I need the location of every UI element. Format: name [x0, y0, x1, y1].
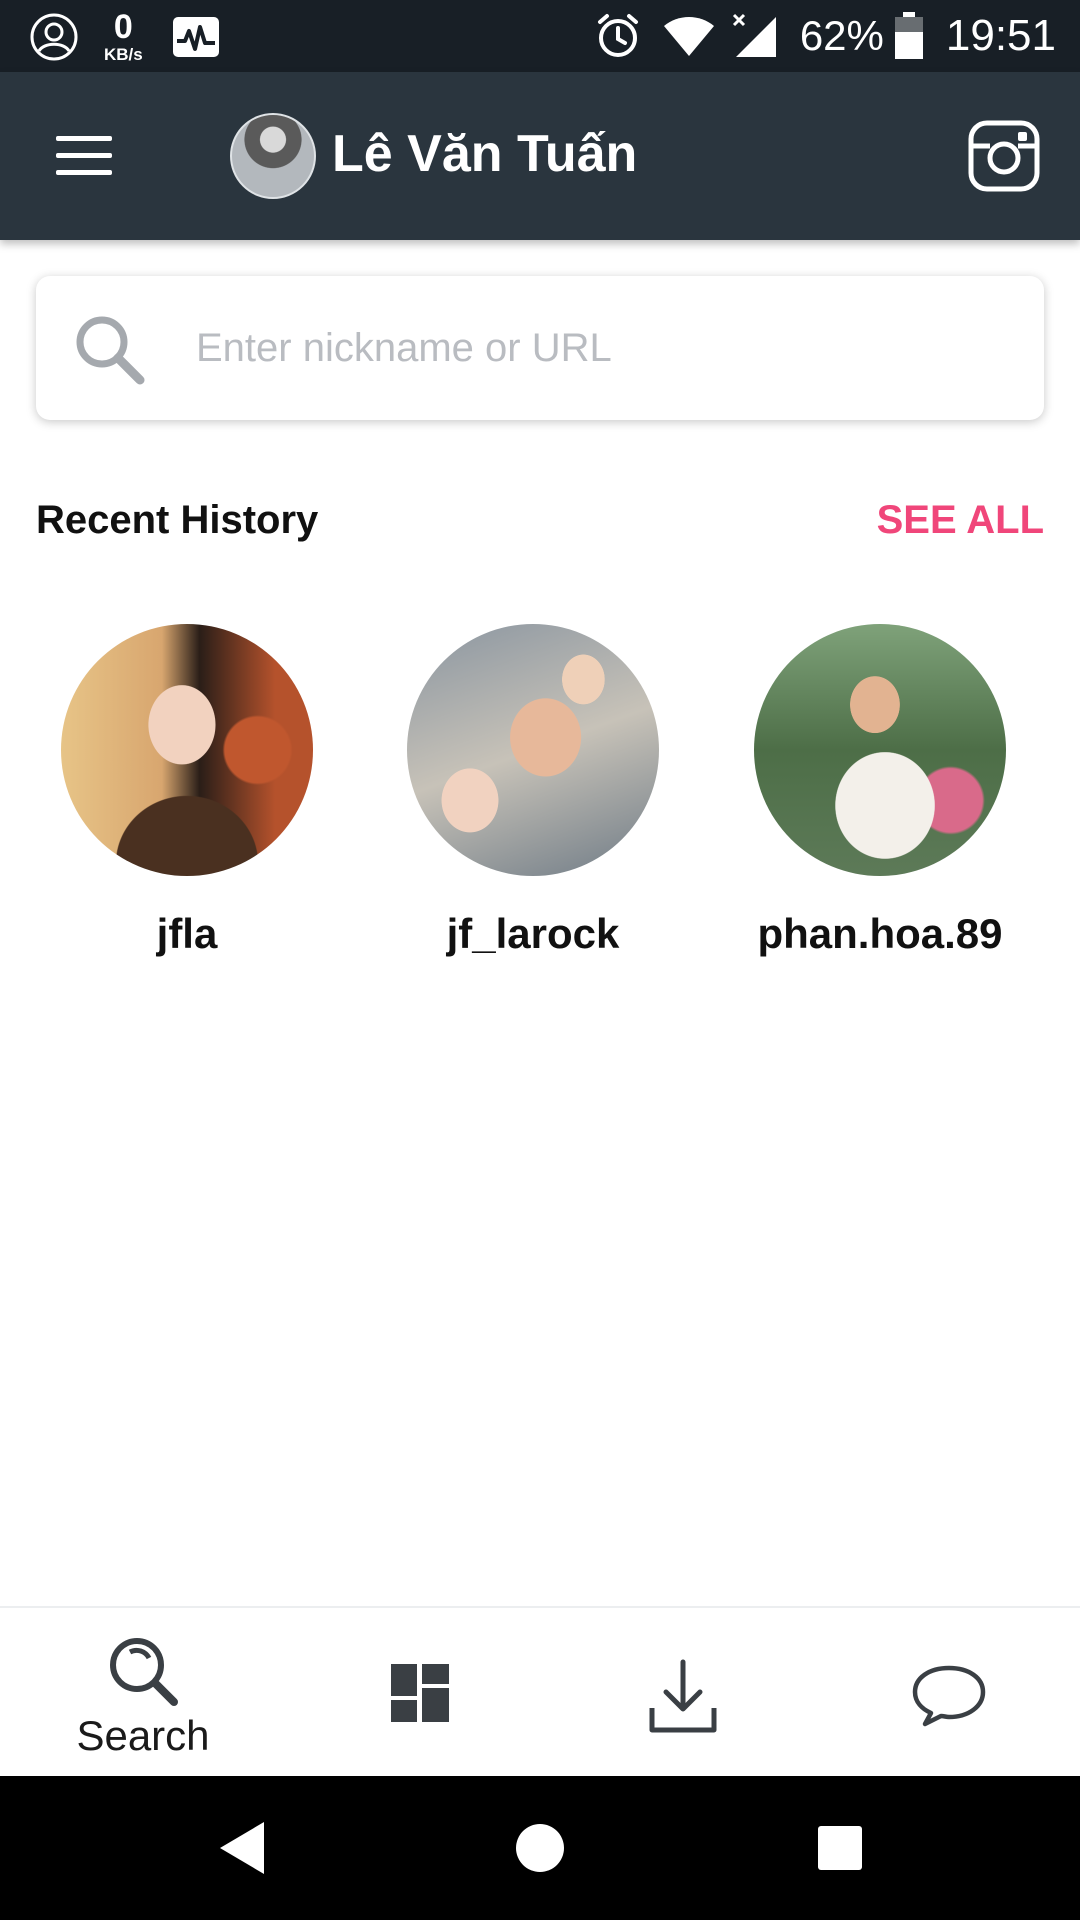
history-username: jfla	[156, 910, 218, 957]
user-avatar	[754, 624, 1006, 876]
status-bar: 0 KB/s 62% 19:51	[0, 0, 1080, 72]
history-item[interactable]: jf_larock	[383, 624, 683, 958]
activity-monitor-icon	[172, 16, 219, 57]
clock: 19:51	[945, 11, 1056, 60]
history-username: jf_larock	[446, 910, 620, 957]
network-speed-unit: KB/s	[104, 45, 143, 64]
see-all-link[interactable]: SEE ALL	[877, 498, 1044, 543]
nav-tab-downloads[interactable]	[548, 1608, 818, 1778]
network-speed-value: 0	[113, 8, 133, 46]
menu-button[interactable]	[56, 136, 112, 176]
account-circle-icon	[30, 13, 78, 60]
recent-history-title: Recent History	[36, 498, 319, 542]
menu-icon	[56, 136, 112, 141]
history-username: phan.hoa.89	[757, 910, 1003, 957]
profile-name[interactable]: Lê Văn Tuấn	[332, 124, 637, 184]
recents-icon	[818, 1826, 862, 1870]
cell-signal-icon	[732, 13, 776, 57]
search-box[interactable]	[36, 276, 1044, 420]
menu-icon-line	[56, 170, 112, 175]
history-item[interactable]: jfla	[37, 624, 337, 958]
recents-button[interactable]	[780, 1776, 900, 1920]
search-icon	[76, 316, 145, 385]
download-icon	[649, 1659, 717, 1733]
user-avatar	[407, 624, 659, 876]
nav-tab-dashboard[interactable]	[285, 1608, 555, 1778]
back-icon	[220, 1822, 264, 1874]
status-bar-right: 62% 19:51	[594, 0, 1056, 72]
app-bar: Lê Văn Tuấn	[0, 72, 1080, 240]
profile-avatar[interactable]	[230, 113, 316, 199]
status-bar-left: 0 KB/s	[28, 10, 221, 63]
search-icon	[110, 1638, 178, 1706]
nav-tab-search[interactable]: Search	[8, 1608, 278, 1778]
menu-icon-line	[56, 153, 112, 158]
bottom-nav: Search	[0, 1606, 1080, 1776]
screen: 0 KB/s 62% 19:51 Lê Văn Tuấn Enter nickn…	[0, 0, 1080, 1920]
alarm-icon	[597, 14, 638, 57]
nav-tab-messages[interactable]	[814, 1608, 1080, 1778]
chat-bubble-icon	[912, 1665, 986, 1727]
user-avatar	[61, 624, 313, 876]
home-button[interactable]	[480, 1776, 600, 1920]
home-icon	[516, 1824, 564, 1872]
network-speed: 0 KB/s	[104, 10, 143, 63]
back-button[interactable]	[180, 1776, 300, 1920]
battery-icon	[894, 12, 923, 59]
recent-history-list: jfla jf_larock phan.hoa.89	[0, 624, 1080, 964]
search-input[interactable]	[196, 306, 1016, 390]
nav-tab-search-label: Search	[76, 1712, 210, 1759]
history-item[interactable]: phan.hoa.89	[730, 624, 1030, 958]
battery-percent: 62%	[799, 12, 884, 59]
wifi-icon	[663, 17, 714, 56]
instagram-icon	[968, 120, 1040, 192]
dashboard-icon	[391, 1664, 449, 1722]
system-nav-bar	[0, 1776, 1080, 1920]
instagram-button[interactable]	[968, 120, 1040, 192]
